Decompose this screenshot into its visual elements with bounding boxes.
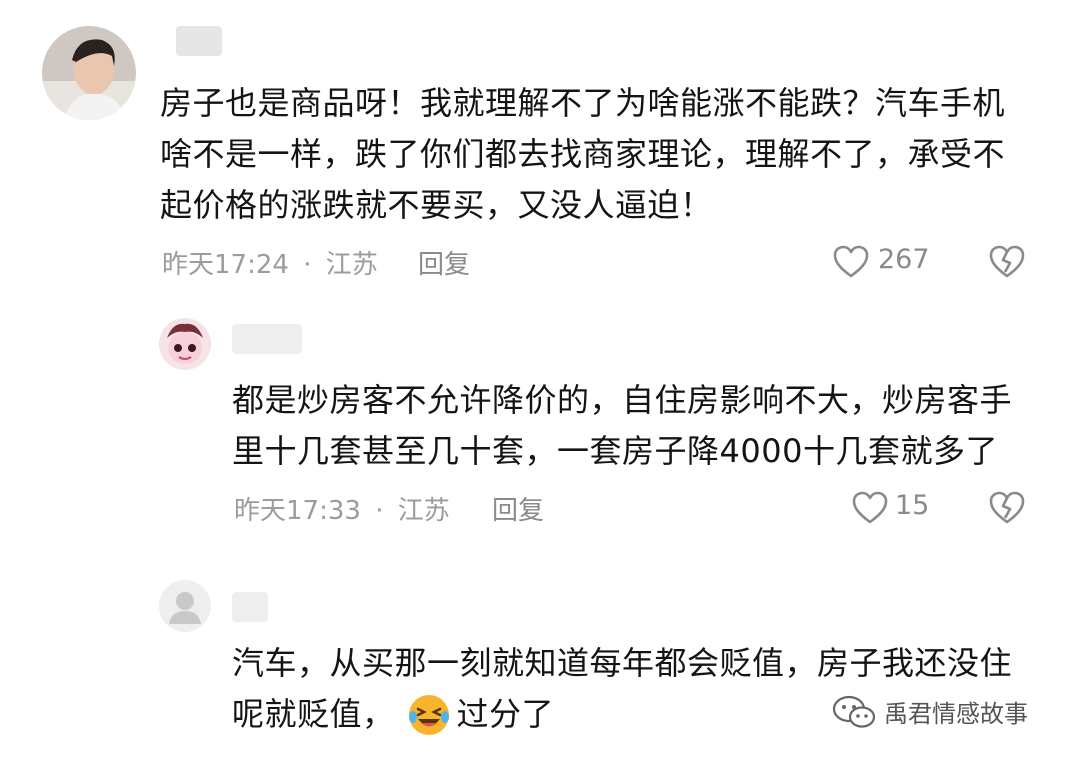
avatar[interactable]	[159, 580, 211, 632]
comment-text-line: 都是炒房客不允许降价的，自住房影响不大，炒房客手	[232, 381, 1013, 419]
watermark: 禹君情感故事	[832, 694, 1028, 729]
heart-outline-icon[interactable]	[852, 491, 888, 524]
avatar[interactable]	[159, 318, 211, 370]
avatar[interactable]	[42, 26, 136, 120]
comment-text-line: 里十几套甚至几十套，一套房子降4000十几套就多了	[232, 432, 998, 470]
reply-button[interactable]: 回复	[418, 244, 470, 281]
broken-heart-icon[interactable]	[989, 491, 1025, 524]
like-count: 15	[895, 490, 930, 521]
reply-button[interactable]: 回复	[492, 490, 544, 527]
comment-text-part: 呢就贬值，	[232, 695, 395, 733]
comment-meta: 昨天17:33 · 江苏	[234, 490, 450, 527]
comment-text-line: 汽车，从买那一刻就知道每年都会贬值，房子我还没住	[232, 644, 1013, 682]
meta-separator: ·	[375, 496, 384, 526]
username-hidden[interactable]	[232, 592, 268, 622]
comment-text-part: 过分了	[456, 695, 555, 733]
comment-time: 昨天17:24	[162, 250, 289, 280]
laughing-crying-emoji-icon	[407, 693, 451, 737]
comment-text-line: 呢就贬值， 过分了	[232, 689, 554, 740]
username-hidden[interactable]	[176, 26, 222, 56]
comment-text-line: 起价格的涨跌就不要买，又没人逼迫！	[160, 186, 713, 224]
broken-heart-icon[interactable]	[989, 245, 1025, 278]
comment-text-line: 啥不是一样，跌了你们都去找商家理论，理解不了，承受不	[160, 135, 1006, 173]
comment-location: 江苏	[397, 496, 450, 526]
comment-meta: 昨天17:24 · 江苏	[162, 244, 378, 281]
like-count: 267	[878, 244, 930, 275]
meta-separator: ·	[303, 250, 312, 280]
comment-text-line: 房子也是商品呀！我就理解不了为啥能涨不能跌？汽车手机	[160, 84, 1006, 122]
watermark-text: 禹君情感故事	[884, 700, 1028, 728]
comment-time: 昨天17:33	[234, 496, 361, 526]
username-hidden[interactable]	[232, 324, 302, 354]
comment-location: 江苏	[325, 250, 378, 280]
wechat-icon	[832, 695, 876, 729]
heart-outline-icon[interactable]	[833, 245, 869, 278]
